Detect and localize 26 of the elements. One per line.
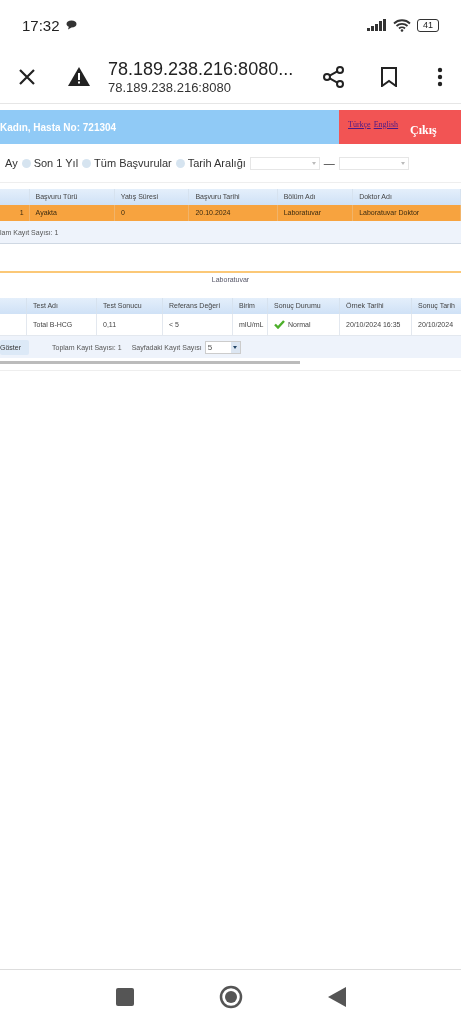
- radio-label[interactable]: Tarih Aralığı: [187, 157, 246, 169]
- share-icon[interactable]: [323, 65, 345, 88]
- page-size-select[interactable]: 5: [204, 340, 241, 354]
- wifi-icon: [393, 18, 411, 32]
- signal-icon: [367, 19, 387, 31]
- page-title[interactable]: 78.189.238.216:8080...: [108, 58, 323, 80]
- radio-button[interactable]: [82, 158, 92, 168]
- recents-icon[interactable]: [115, 988, 134, 1006]
- warning-icon[interactable]: [68, 67, 90, 86]
- clock: 17:32: [22, 16, 60, 34]
- filter-label: Ay: [5, 157, 18, 169]
- radio-button[interactable]: [21, 158, 31, 168]
- bookmark-icon[interactable]: [381, 66, 397, 87]
- battery-indicator: 41: [417, 18, 439, 32]
- close-icon[interactable]: [18, 67, 36, 86]
- chat-icon: [65, 20, 77, 30]
- radio-button[interactable]: [175, 158, 185, 168]
- range-separator: —: [323, 157, 335, 169]
- menu-icon[interactable]: [437, 66, 443, 87]
- patient-info: Kadın, Hasta No: 721304: [0, 121, 117, 133]
- home-icon[interactable]: [218, 985, 243, 1009]
- back-icon[interactable]: [327, 987, 346, 1007]
- radio-label[interactable]: Son 1 Yıl: [33, 157, 79, 169]
- scrollbar[interactable]: [0, 361, 300, 364]
- page-url[interactable]: 78.189.238.216:8080: [108, 79, 323, 95]
- radio-label[interactable]: Tüm Başvurular: [94, 157, 172, 169]
